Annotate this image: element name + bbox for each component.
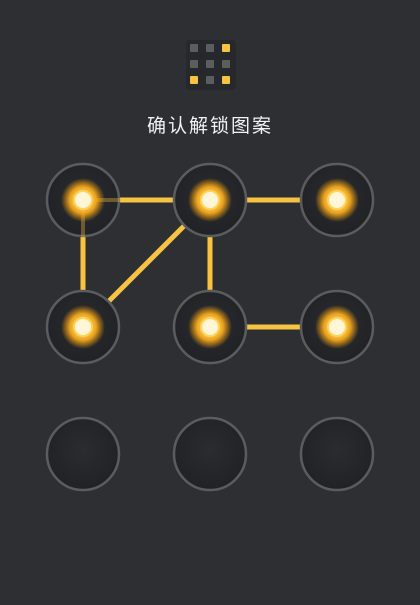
pattern-node-ring	[299, 416, 375, 492]
pattern-node-core	[327, 317, 347, 337]
pattern-node-core	[327, 190, 347, 210]
pattern-node-ring	[172, 416, 248, 492]
pattern-node-core	[73, 317, 93, 337]
pattern-node-9[interactable]	[299, 416, 375, 492]
pattern-node-8[interactable]	[172, 416, 248, 492]
pattern-node-core	[73, 190, 93, 210]
pattern-node-ring	[45, 416, 121, 492]
lock-screen: 确认解锁图案	[0, 0, 420, 605]
pattern-lock-grid[interactable]	[0, 0, 420, 605]
pattern-node-7[interactable]	[45, 416, 121, 492]
pattern-node-core	[200, 317, 220, 337]
pattern-node-core	[200, 190, 220, 210]
